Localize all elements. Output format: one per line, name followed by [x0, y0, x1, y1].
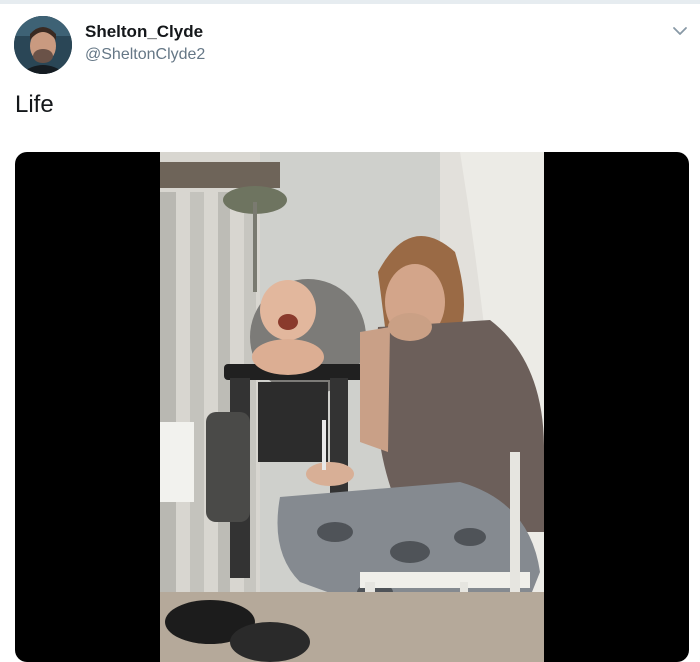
- author-handle[interactable]: @SheltonClyde2: [85, 46, 205, 64]
- video-frame: [160, 152, 544, 662]
- avatar[interactable]: [14, 16, 72, 74]
- tweet-text: Life: [15, 91, 54, 118]
- tweet-video[interactable]: [15, 152, 689, 662]
- chevron-down-icon[interactable]: [671, 22, 689, 40]
- avatar-photo: [14, 16, 72, 74]
- author-display-name[interactable]: Shelton_Clyde: [85, 22, 203, 42]
- top-divider: [0, 0, 700, 4]
